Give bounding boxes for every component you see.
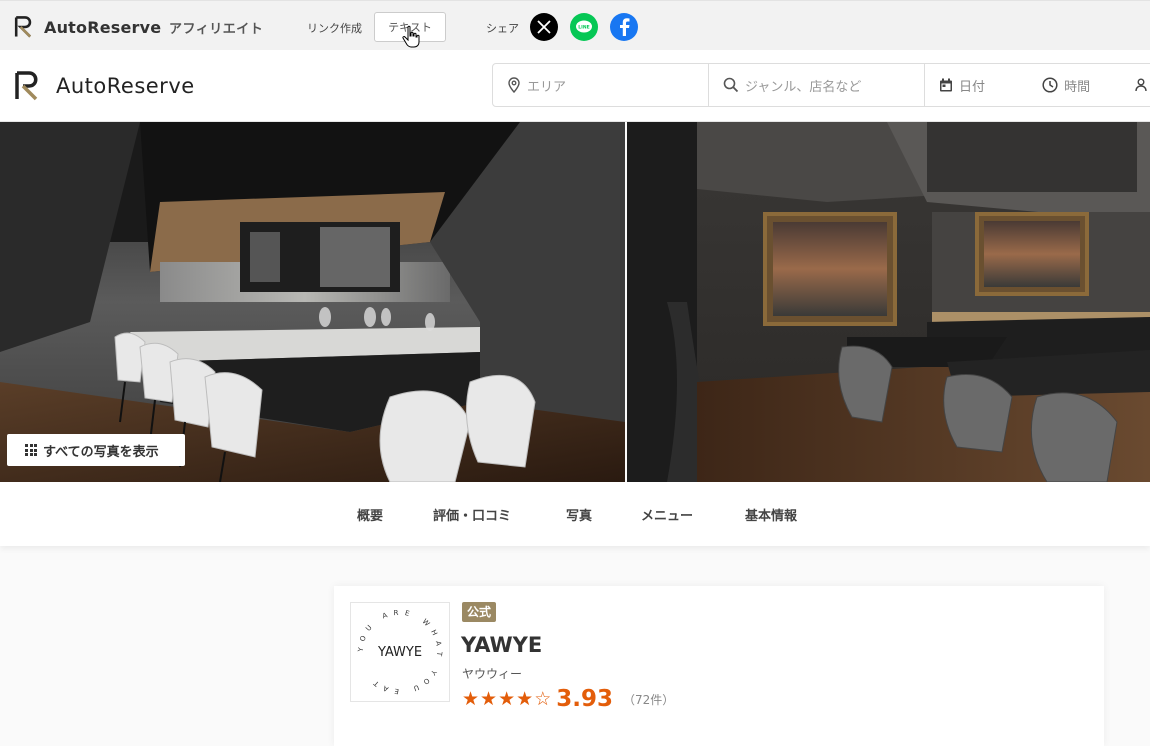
star-filled-icon: ★ [498,688,516,710]
restaurant-card: YOU ARE WHAT YOU EAT YAWYE 公式 YAWYE ヤウウィ… [334,586,1104,746]
area-search-field[interactable]: エリア [493,64,709,106]
autoreserve-logo-icon [14,16,32,38]
calendar-icon [939,78,952,91]
star-filled-icon: ★ [480,688,498,710]
tab-photos[interactable]: 写真 [566,505,592,524]
restaurant-logo: YOU ARE WHAT YOU EAT YAWYE [350,602,450,702]
restaurant-kana: ヤウウィー [462,667,523,681]
genre-placeholder: ジャンル、店名など [744,79,862,95]
location-pin-icon [508,77,520,93]
hand-cursor-icon [402,25,420,48]
main-header: AutoReserve エリア ジャンル、店名など 日付 時間 [0,50,1150,122]
section-tabs: 概要 評価・口コミ 写真 メニュー 基本情報 [0,482,1150,546]
share-label: シェア [486,22,519,35]
star-filled-icon: ★ [516,688,534,710]
link-create-label: リンク作成 [307,22,362,35]
time-selector[interactable]: 時間 [1028,64,1121,106]
official-badge: 公式 [462,602,497,622]
main-brand: AutoReserve [56,74,195,98]
counter-seating-photo[interactable] [0,122,625,482]
main-logo[interactable]: AutoReserve [14,71,195,101]
private-room-photo[interactable] [627,122,1150,482]
time-label: 時間 [1064,79,1091,95]
grid-icon [25,444,37,456]
svg-text:LINE: LINE [578,25,589,31]
restaurant-name: YAWYE [461,633,543,657]
show-all-photos-button[interactable]: すべての写真を表示 [7,434,185,466]
tab-menu[interactable]: メニュー [641,505,693,524]
rating-score: 3.93 [556,686,613,712]
date-selector[interactable]: 日付 [925,64,1028,106]
photo-gallery: すべての写真を表示 [0,122,1150,482]
genre-search-field[interactable]: ジャンル、店名など [709,64,925,106]
show-all-photos-label: すべての写真を表示 [43,444,159,460]
affiliate-logo[interactable]: AutoReserve [14,15,161,39]
clock-icon [1042,77,1058,93]
autoreserve-logo-icon [15,71,38,101]
star-rating: ★ ★ ★ ★ ☆ [462,689,552,709]
affiliate-brand: AutoReserve [44,17,162,37]
x-share-icon[interactable] [530,13,558,41]
tab-overview[interactable]: 概要 [357,505,383,524]
affiliate-bar: AutoReserve アフィリエイト リンク作成 テキスト シェア LINE [0,0,1150,50]
people-icon [1135,78,1147,92]
affiliate-label: アフィリエイト [169,22,264,37]
party-size-selector[interactable] [1121,64,1150,106]
line-share-icon[interactable]: LINE [570,13,598,41]
star-empty-icon: ☆ [534,688,552,710]
search-icon [723,77,739,93]
tab-basic-info[interactable]: 基本情報 [745,505,797,524]
rating-summary[interactable]: ★ ★ ★ ★ ☆ 3.93 （72件） [462,686,674,712]
facebook-share-icon[interactable] [610,13,638,41]
review-count: （72件） [622,692,675,707]
tab-reviews[interactable]: 評価・口コミ [433,505,511,524]
svg-text:YAWYE: YAWYE [377,645,422,660]
date-label: 日付 [958,79,985,95]
area-placeholder: エリア [527,79,567,95]
star-filled-icon: ★ [462,688,480,710]
search-bar: エリア ジャンル、店名など 日付 時間 [492,63,1150,107]
